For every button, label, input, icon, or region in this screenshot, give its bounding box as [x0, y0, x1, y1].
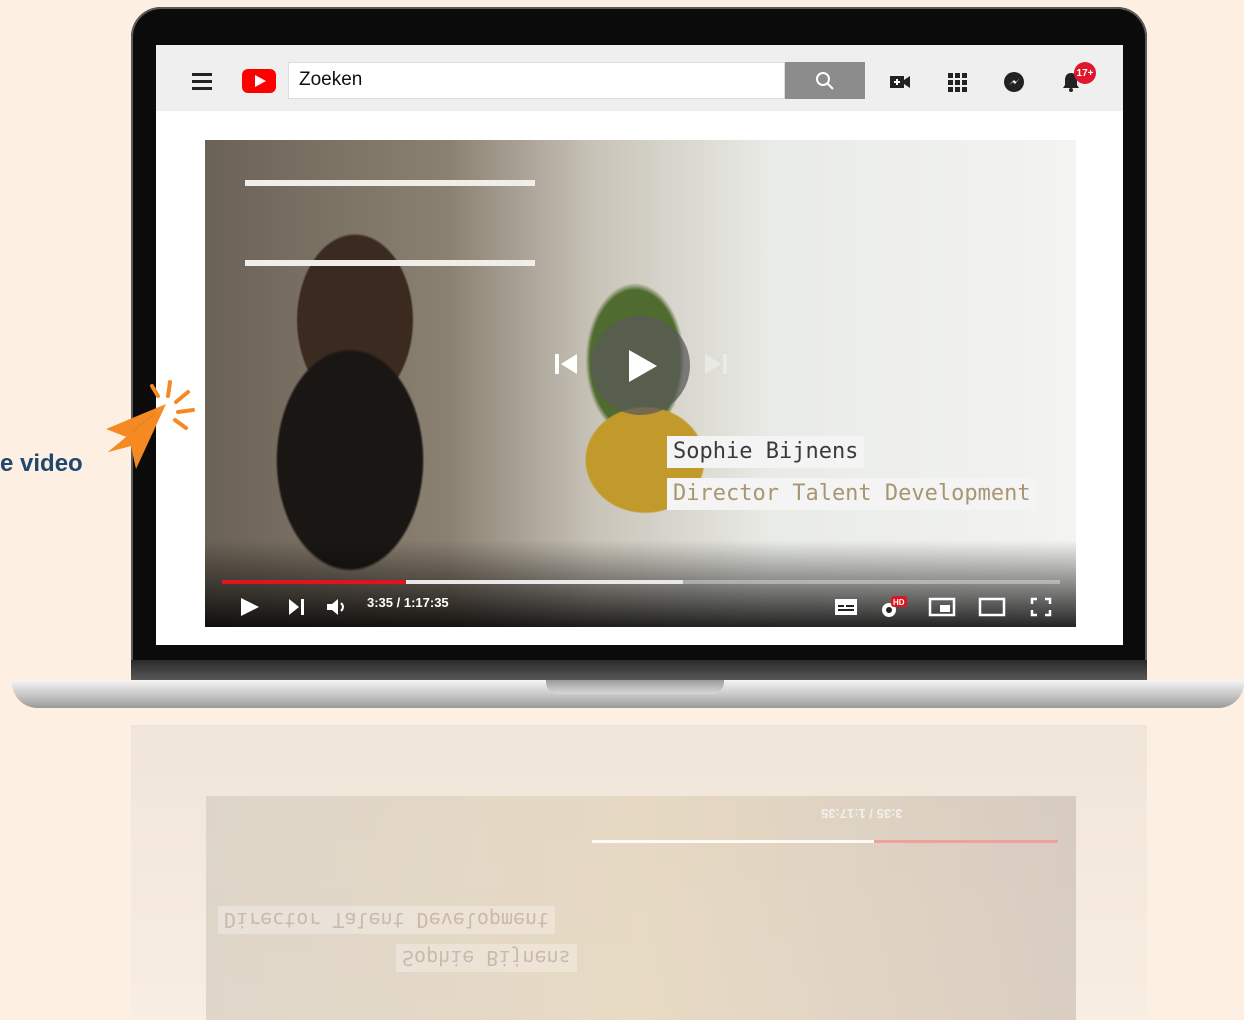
laptop-notch	[546, 680, 724, 694]
progress-bar[interactable]	[222, 580, 1060, 584]
svg-text:HD: HD	[893, 598, 905, 607]
previous-icon[interactable]	[553, 352, 579, 376]
reflected-progress-played	[874, 840, 1058, 843]
settings-hd-icon[interactable]: HD	[879, 596, 907, 620]
top-bar: Zoeken 17+	[156, 45, 1123, 111]
apps-grid-icon[interactable]	[945, 70, 969, 94]
click-arrow-icon	[106, 380, 195, 469]
browser-screen: Zoeken 17+ Sophie Bijnens Director Talen…	[156, 45, 1123, 645]
hamburger-menu-icon[interactable]	[192, 73, 212, 94]
pointer-arrow	[96, 374, 196, 479]
cta-label: e video	[0, 450, 83, 477]
notification-badge: 17+	[1074, 62, 1096, 84]
shelf	[245, 180, 535, 186]
laptop-hinge	[131, 660, 1147, 680]
reflected-title-caption: Director Talent Development	[218, 906, 556, 934]
video-player[interactable]: Sophie Bijnens Director Talent Developme…	[205, 140, 1076, 627]
create-video-icon[interactable]	[888, 70, 912, 94]
big-play-button[interactable]	[591, 316, 690, 415]
reflected-time-display: 3:35 / 1:17:35	[821, 806, 903, 821]
speaker-name-caption: Sophie Bijnens	[667, 436, 865, 468]
progress-played	[222, 580, 407, 584]
next-video-icon[interactable]	[287, 596, 307, 618]
search-icon	[816, 71, 834, 90]
messages-icon[interactable]	[1002, 70, 1026, 94]
play-icon[interactable]	[239, 596, 261, 618]
volume-icon[interactable]	[325, 596, 349, 618]
subtitles-icon[interactable]	[834, 596, 858, 618]
youtube-logo-icon[interactable]	[242, 69, 276, 93]
play-icon	[628, 349, 657, 382]
reflected-name-caption: Sophie Bijnens	[396, 944, 577, 972]
speaker-title-caption: Director Talent Development	[667, 478, 1037, 510]
screen-reflection: 3:35 / 1:17:35 Director Talent Developme…	[206, 796, 1076, 1020]
theater-mode-icon[interactable]	[978, 596, 1006, 618]
search-button[interactable]	[785, 62, 865, 99]
fullscreen-icon[interactable]	[1029, 596, 1053, 618]
shelf	[245, 260, 535, 266]
search-input[interactable]: Zoeken	[288, 62, 785, 99]
miniplayer-icon[interactable]	[928, 596, 956, 618]
time-display: 3:35 / 1:17:35	[367, 595, 449, 610]
next-icon[interactable]	[703, 352, 729, 376]
